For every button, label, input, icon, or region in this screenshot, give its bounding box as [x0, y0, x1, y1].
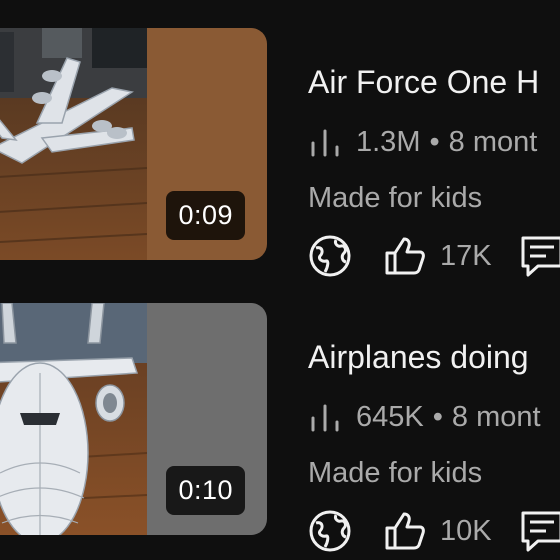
duration-badge: 0:10 — [166, 466, 245, 515]
comment-icon[interactable] — [520, 234, 560, 278]
upload-age: 8 mont — [451, 400, 541, 433]
upload-age: 8 mont — [448, 125, 538, 158]
video-feed: 0:09 Air Force One H 1.3M • 8 mont Made … — [0, 0, 560, 560]
video-stats: 1.3M • 8 mont — [308, 122, 537, 162]
made-for-kids-label: Made for kids — [308, 182, 483, 214]
globe-icon[interactable] — [308, 509, 352, 553]
video-title[interactable]: Air Force One H — [308, 64, 539, 101]
video-item[interactable]: 0:09 Air Force One H 1.3M • 8 mont Made … — [0, 28, 560, 277]
action-row: 17K — [308, 232, 560, 280]
comment-icon[interactable] — [520, 509, 560, 553]
view-count: 645K — [356, 400, 424, 433]
thumbnail-image — [0, 303, 147, 535]
video-thumbnail[interactable]: 0:10 — [0, 303, 267, 535]
bar-chart-icon — [308, 127, 342, 157]
meta-separator: • — [429, 125, 440, 158]
meta-separator: • — [432, 400, 443, 433]
like-count: 10K — [440, 514, 492, 547]
like-button[interactable]: 10K — [384, 510, 492, 552]
bar-chart-icon — [308, 402, 342, 432]
video-title[interactable]: Airplanes doing — [308, 339, 529, 376]
video-item[interactable]: 0:10 Airplanes doing 645K • 8 mont Made … — [0, 303, 560, 552]
globe-icon[interactable] — [308, 234, 352, 278]
video-thumbnail[interactable]: 0:09 — [0, 28, 267, 260]
video-stats: 645K • 8 mont — [308, 397, 541, 437]
duration-badge: 0:09 — [166, 191, 245, 240]
view-count: 1.3M — [356, 125, 421, 158]
made-for-kids-label: Made for kids — [308, 457, 483, 489]
like-count: 17K — [440, 239, 492, 272]
thumbnail-image — [0, 28, 147, 260]
thumbs-up-icon — [384, 235, 426, 277]
thumbs-up-icon — [384, 510, 426, 552]
action-row: 10K — [308, 507, 560, 555]
like-button[interactable]: 17K — [384, 235, 492, 277]
